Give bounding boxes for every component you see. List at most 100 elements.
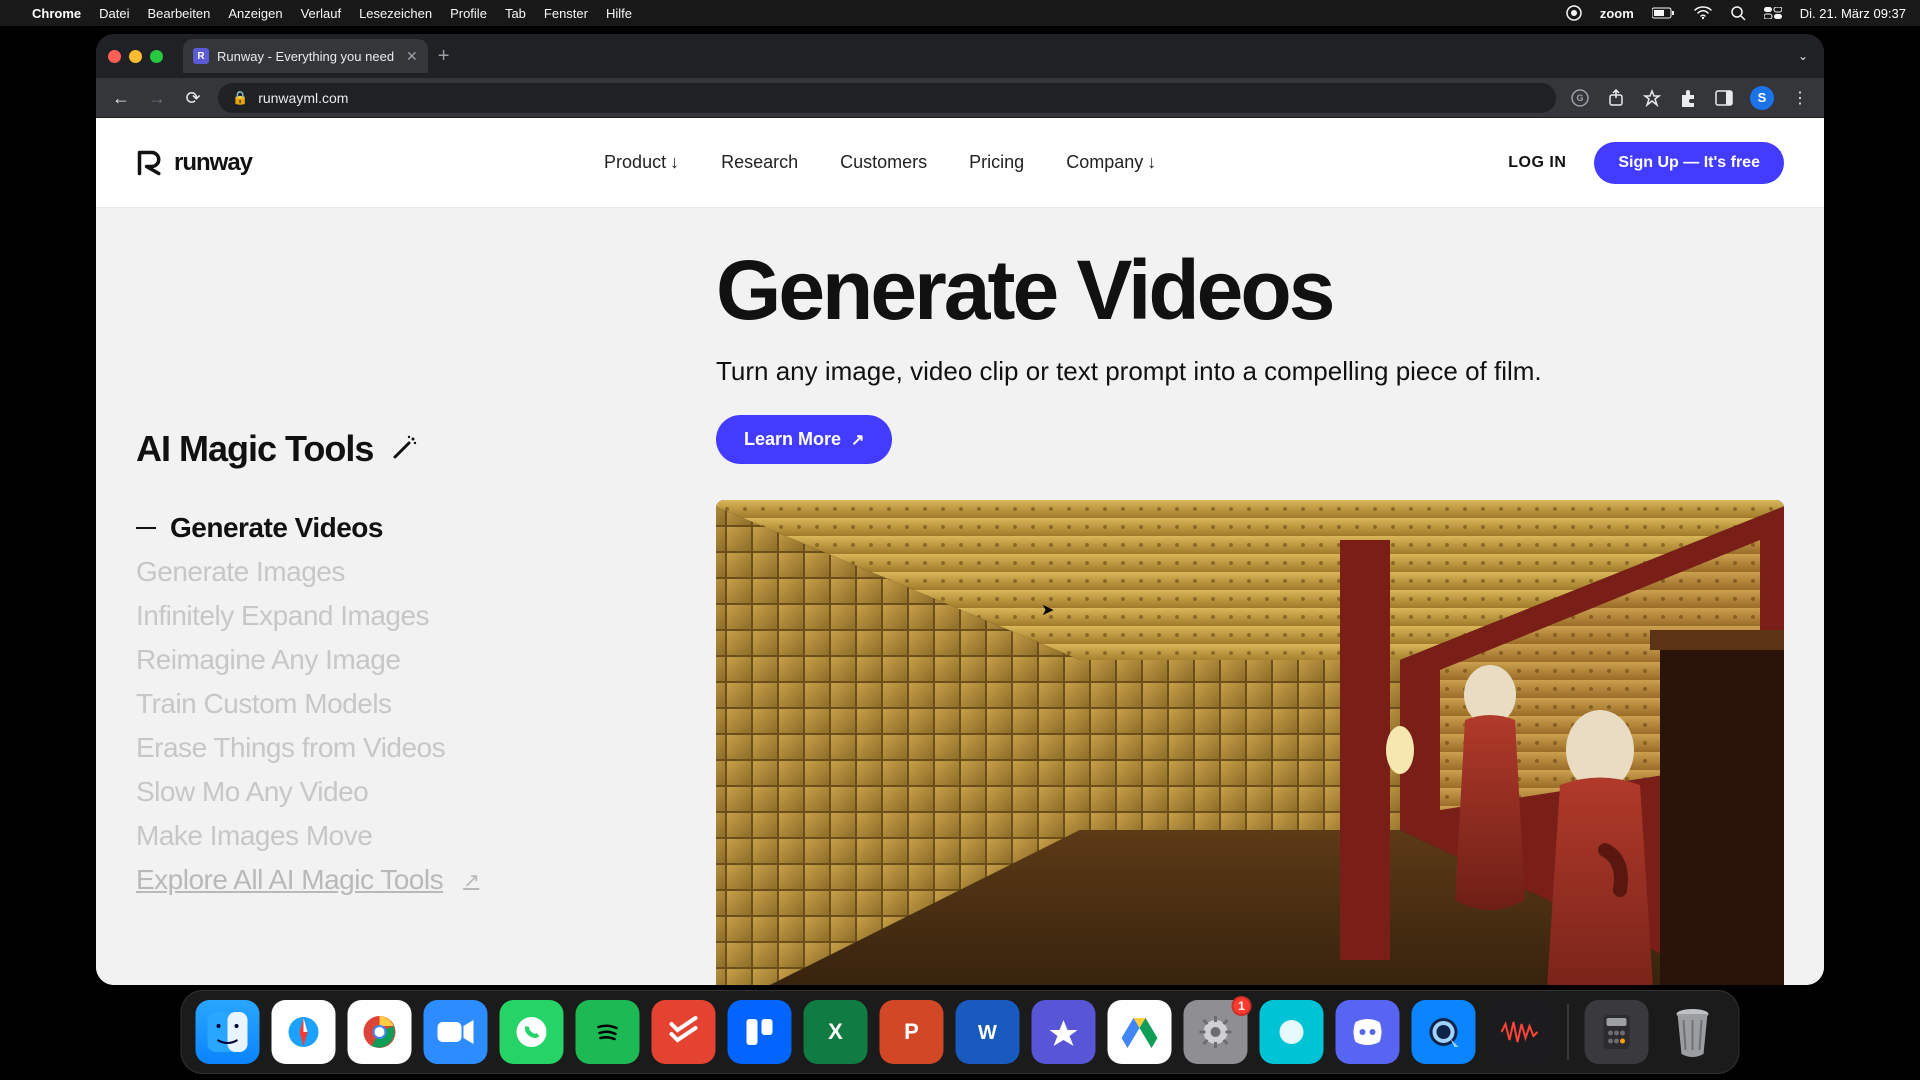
arrow-up-right-icon: ↗: [851, 430, 864, 450]
nav-pricing[interactable]: Pricing: [969, 152, 1024, 173]
dock-app-finder[interactable]: [196, 1000, 260, 1064]
tool-item-generate-videos[interactable]: Generate Videos: [136, 512, 676, 544]
nav-product-label: Product: [604, 152, 666, 173]
control-center-icon[interactable]: [1764, 7, 1782, 19]
dock-app-excel[interactable]: X: [804, 1000, 868, 1064]
tool-item-erase-from-videos[interactable]: Erase Things from Videos: [136, 732, 676, 764]
menubar-item-file[interactable]: Datei: [99, 6, 129, 21]
wifi-icon[interactable]: [1694, 6, 1712, 20]
dock-app-trello[interactable]: [728, 1000, 792, 1064]
tool-item-label: Make Images Move: [136, 820, 372, 852]
dock-app-spotify[interactable]: [576, 1000, 640, 1064]
tab-close-button[interactable]: ✕: [406, 48, 418, 65]
dock-app-quicktime[interactable]: [1412, 1000, 1476, 1064]
window-close-button[interactable]: [108, 50, 121, 63]
arrow-up-right-icon: ↗: [463, 868, 479, 893]
dock-app-calculator[interactable]: [1585, 1000, 1649, 1064]
page-body: AI Magic Tools Generate Videos Generate …: [96, 208, 1824, 985]
bookmark-button[interactable]: [1642, 88, 1662, 108]
tab-favicon: R: [193, 48, 209, 64]
menubar-app-name[interactable]: Chrome: [32, 6, 81, 21]
dock-app-google-drive[interactable]: [1108, 1000, 1172, 1064]
site-security-lock-icon[interactable]: 🔒: [232, 90, 248, 106]
hero-title: Generate Videos: [716, 248, 1784, 332]
google-account-icon[interactable]: G: [1570, 88, 1590, 108]
explore-label: Explore All AI Magic Tools: [136, 864, 443, 896]
tool-item-train-models[interactable]: Train Custom Models: [136, 688, 676, 720]
dock-app-discord[interactable]: [1336, 1000, 1400, 1064]
chrome-menu-button[interactable]: ⋮: [1790, 88, 1810, 108]
dock-app-imovie[interactable]: [1032, 1000, 1096, 1064]
dock-app-generic-1[interactable]: [1260, 1000, 1324, 1064]
menubar-item-help[interactable]: Hilfe: [606, 6, 632, 21]
dock-app-zoom[interactable]: [424, 1000, 488, 1064]
menubar-item-tab[interactable]: Tab: [505, 6, 526, 21]
svg-text:G: G: [1576, 93, 1583, 103]
login-link[interactable]: LOG IN: [1508, 154, 1566, 172]
sidepanel-button[interactable]: [1714, 88, 1734, 108]
learn-more-label: Learn More: [744, 429, 841, 450]
svg-text:W: W: [978, 1022, 997, 1044]
menubar-item-edit[interactable]: Bearbeiten: [147, 6, 210, 21]
profile-avatar[interactable]: S: [1750, 86, 1774, 110]
dock-app-todoist[interactable]: [652, 1000, 716, 1064]
share-button[interactable]: [1606, 88, 1626, 108]
dock-trash[interactable]: [1661, 1000, 1725, 1064]
page-viewport: runway Product↓ Research Customers Prici…: [96, 118, 1824, 985]
window-minimize-button[interactable]: [129, 50, 142, 63]
signup-button[interactable]: Sign Up — It's free: [1594, 142, 1784, 184]
learn-more-button[interactable]: Learn More ↗: [716, 415, 892, 464]
menubar-item-view[interactable]: Anzeigen: [228, 6, 282, 21]
record-status-icon[interactable]: [1566, 5, 1582, 21]
macos-menubar: Chrome Datei Bearbeiten Anzeigen Verlauf…: [0, 0, 1920, 26]
browser-toolbar: ← → ⟳ 🔒 runwayml.com G S ⋮: [96, 78, 1824, 118]
menubar-item-history[interactable]: Verlauf: [301, 6, 341, 21]
zoom-status-label[interactable]: zoom: [1600, 6, 1634, 21]
reload-button[interactable]: ⟳: [182, 89, 204, 107]
browser-tab[interactable]: R Runway - Everything you need ✕: [183, 39, 428, 73]
menubar-item-profiles[interactable]: Profile: [450, 6, 487, 21]
active-indicator: [136, 527, 156, 529]
site-logo[interactable]: runway: [136, 149, 252, 177]
macos-dock: X P W 1: [181, 990, 1740, 1074]
url-text: runwayml.com: [258, 90, 348, 106]
runway-logo-icon: [136, 149, 164, 177]
dock-app-chrome[interactable]: [348, 1000, 412, 1064]
dock-app-powerpoint[interactable]: P: [880, 1000, 944, 1064]
window-fullscreen-button[interactable]: [150, 50, 163, 63]
nav-customers[interactable]: Customers: [840, 152, 927, 173]
explore-all-tools-link[interactable]: Explore All AI Magic Tools ↗: [136, 864, 676, 896]
nav-product[interactable]: Product↓: [604, 152, 679, 173]
battery-icon[interactable]: [1652, 7, 1676, 19]
extensions-button[interactable]: [1678, 88, 1698, 108]
tool-item-slow-mo[interactable]: Slow Mo Any Video: [136, 776, 676, 808]
address-bar[interactable]: 🔒 runwayml.com: [218, 83, 1556, 113]
tool-item-expand-images[interactable]: Infinitely Expand Images: [136, 600, 676, 632]
tools-sidebar: AI Magic Tools Generate Videos Generate …: [136, 248, 676, 985]
main-nav: Product↓ Research Customers Pricing Comp…: [604, 152, 1156, 173]
tab-title: Runway - Everything you need: [217, 49, 394, 64]
menubar-item-window[interactable]: Fenster: [544, 6, 588, 21]
tool-item-label: Train Custom Models: [136, 688, 392, 720]
new-tab-button[interactable]: +: [438, 46, 450, 66]
tool-item-generate-images[interactable]: Generate Images: [136, 556, 676, 588]
dock-app-whatsapp[interactable]: [500, 1000, 564, 1064]
runway-logo-text: runway: [174, 149, 252, 177]
menubar-item-bookmarks[interactable]: Lesezeichen: [359, 6, 432, 21]
chevron-down-icon: ↓: [670, 152, 679, 173]
spotlight-search-icon[interactable]: [1730, 5, 1746, 21]
menubar-datetime[interactable]: Di. 21. März 09:37: [1800, 6, 1906, 21]
forward-button[interactable]: →: [146, 89, 168, 107]
dock-app-voice-memos[interactable]: [1488, 1000, 1552, 1064]
chevron-down-icon: ↓: [1147, 152, 1156, 173]
nav-research[interactable]: Research: [721, 152, 798, 173]
dock-app-safari[interactable]: [272, 1000, 336, 1064]
dock-app-system-settings[interactable]: 1: [1184, 1000, 1248, 1064]
nav-company[interactable]: Company↓: [1066, 152, 1156, 173]
tool-item-label: Erase Things from Videos: [136, 732, 445, 764]
tool-item-images-move[interactable]: Make Images Move: [136, 820, 676, 852]
back-button[interactable]: ←: [110, 89, 132, 107]
tabs-overflow-button[interactable]: ⌄: [1798, 49, 1808, 63]
tool-item-reimagine[interactable]: Reimagine Any Image: [136, 644, 676, 676]
dock-app-word[interactable]: W: [956, 1000, 1020, 1064]
